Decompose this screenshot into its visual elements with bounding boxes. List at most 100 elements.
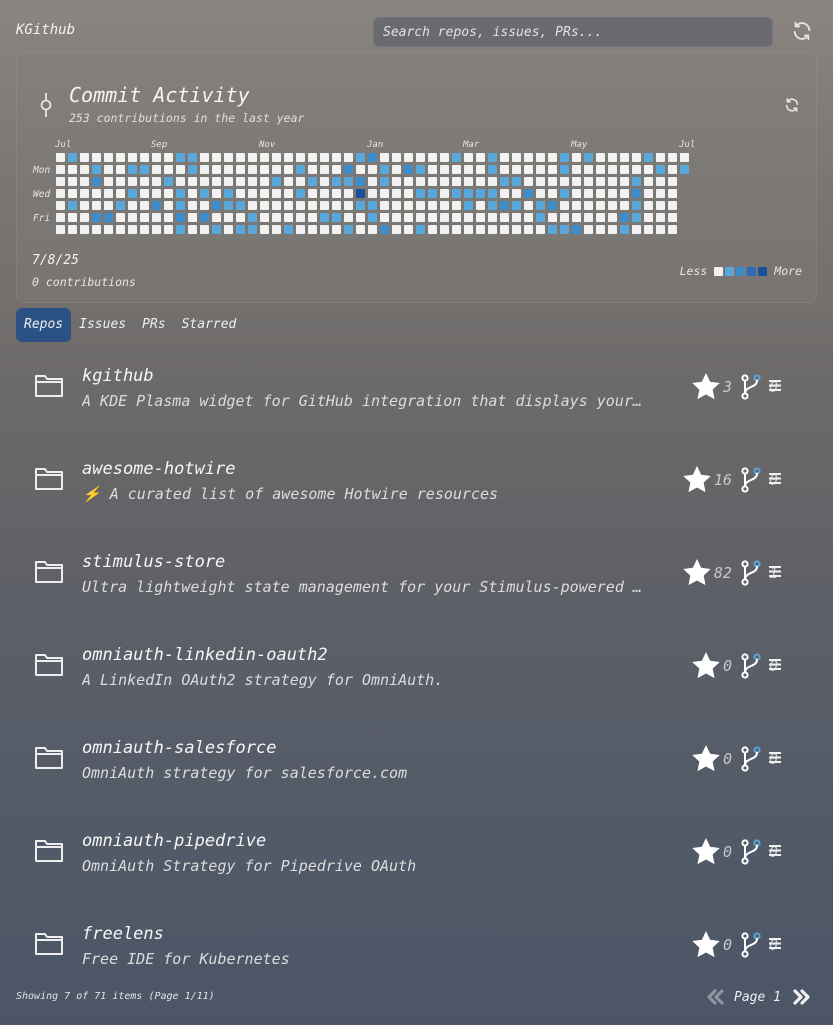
contribution-cell[interactable] xyxy=(500,177,509,186)
contribution-cell[interactable] xyxy=(620,153,629,162)
repo-row[interactable]: omniauth-salesforce OmniAuth strategy for… xyxy=(16,724,817,800)
contribution-cell[interactable] xyxy=(116,153,125,162)
contribution-cell[interactable] xyxy=(656,213,665,222)
contribution-cell[interactable] xyxy=(584,153,593,162)
contribution-cell[interactable] xyxy=(488,153,497,162)
contribution-cell[interactable] xyxy=(284,165,293,174)
contribution-cell[interactable] xyxy=(332,165,341,174)
contribution-cell[interactable] xyxy=(536,213,545,222)
contribution-cell[interactable] xyxy=(464,213,473,222)
contribution-cell[interactable] xyxy=(296,225,305,234)
contribution-cell[interactable] xyxy=(248,165,257,174)
contribution-cell[interactable] xyxy=(200,165,209,174)
contribution-cell[interactable] xyxy=(416,165,425,174)
contribution-cell[interactable] xyxy=(200,201,209,210)
contribution-cell[interactable] xyxy=(116,213,125,222)
contribution-cell[interactable] xyxy=(656,153,665,162)
contribution-cell[interactable] xyxy=(260,189,269,198)
contribution-cell[interactable] xyxy=(116,225,125,234)
contribution-cell[interactable] xyxy=(572,153,581,162)
menu-icon[interactable] xyxy=(769,566,781,577)
contribution-cell[interactable] xyxy=(632,165,641,174)
contribution-cell[interactable] xyxy=(116,177,125,186)
menu-icon[interactable] xyxy=(769,845,781,856)
contribution-cell[interactable] xyxy=(380,153,389,162)
repo-row[interactable]: kgithub A KDE Plasma widget for GitHub in… xyxy=(16,352,817,428)
contribution-cell[interactable] xyxy=(188,165,197,174)
contribution-cell[interactable] xyxy=(272,225,281,234)
contribution-cell[interactable] xyxy=(236,201,245,210)
contribution-cell[interactable] xyxy=(140,189,149,198)
contribution-cell[interactable] xyxy=(500,189,509,198)
contribution-cell[interactable] xyxy=(344,225,353,234)
repo-name[interactable]: stimulus-store xyxy=(82,552,225,572)
refresh-icon[interactable] xyxy=(791,20,813,42)
contribution-cell[interactable] xyxy=(80,189,89,198)
contribution-cell[interactable] xyxy=(56,201,65,210)
contribution-cell[interactable] xyxy=(464,153,473,162)
contribution-cell[interactable] xyxy=(548,189,557,198)
contribution-cell[interactable] xyxy=(332,177,341,186)
contribution-cell[interactable] xyxy=(332,153,341,162)
contribution-cell[interactable] xyxy=(464,189,473,198)
contribution-cell[interactable] xyxy=(608,189,617,198)
contribution-cell[interactable] xyxy=(668,213,677,222)
contribution-cell[interactable] xyxy=(560,213,569,222)
contribution-cell[interactable] xyxy=(104,201,113,210)
contribution-cell[interactable] xyxy=(200,177,209,186)
contribution-cell[interactable] xyxy=(620,201,629,210)
contribution-cell[interactable] xyxy=(572,225,581,234)
contribution-cell[interactable] xyxy=(236,165,245,174)
contribution-cell[interactable] xyxy=(428,213,437,222)
contribution-cell[interactable] xyxy=(632,153,641,162)
repo-name[interactable]: omniauth-salesforce xyxy=(82,738,276,758)
contribution-cell[interactable] xyxy=(188,201,197,210)
contribution-cell[interactable] xyxy=(92,165,101,174)
contribution-cell[interactable] xyxy=(212,201,221,210)
contribution-cell[interactable] xyxy=(536,177,545,186)
contribution-cell[interactable] xyxy=(224,153,233,162)
contribution-cell[interactable] xyxy=(164,189,173,198)
menu-icon[interactable] xyxy=(769,659,781,670)
contribution-cell[interactable] xyxy=(356,213,365,222)
contribution-cell[interactable] xyxy=(176,189,185,198)
contribution-cell[interactable] xyxy=(296,201,305,210)
contribution-cell[interactable] xyxy=(596,153,605,162)
contribution-cell[interactable] xyxy=(644,225,653,234)
contribution-cell[interactable] xyxy=(188,213,197,222)
contribution-cell[interactable] xyxy=(644,189,653,198)
contribution-cell[interactable] xyxy=(92,177,101,186)
contribution-cell[interactable] xyxy=(656,201,665,210)
contribution-cell[interactable] xyxy=(200,153,209,162)
contribution-cell[interactable] xyxy=(308,201,317,210)
contribution-cell[interactable] xyxy=(80,225,89,234)
contribution-cell[interactable] xyxy=(500,153,509,162)
contribution-cell[interactable] xyxy=(368,177,377,186)
contribution-cell[interactable] xyxy=(368,165,377,174)
star-icon[interactable] xyxy=(690,836,722,868)
contribution-cell[interactable] xyxy=(572,177,581,186)
contribution-cell[interactable] xyxy=(392,153,401,162)
contribution-cell[interactable] xyxy=(68,201,77,210)
contribution-cell[interactable] xyxy=(128,201,137,210)
menu-icon[interactable] xyxy=(769,938,781,949)
contribution-cell[interactable] xyxy=(296,189,305,198)
contribution-cell[interactable] xyxy=(632,225,641,234)
contribution-cell[interactable] xyxy=(620,189,629,198)
contribution-cell[interactable] xyxy=(656,189,665,198)
contribution-cell[interactable] xyxy=(572,165,581,174)
contribution-cell[interactable] xyxy=(368,201,377,210)
contribution-cell[interactable] xyxy=(140,225,149,234)
contribution-cell[interactable] xyxy=(260,153,269,162)
contribution-cell[interactable] xyxy=(176,201,185,210)
contribution-cell[interactable] xyxy=(140,153,149,162)
contribution-cell[interactable] xyxy=(464,177,473,186)
contribution-cell[interactable] xyxy=(260,201,269,210)
contribution-cell[interactable] xyxy=(512,189,521,198)
contribution-cell[interactable] xyxy=(548,201,557,210)
contribution-cell[interactable] xyxy=(272,213,281,222)
contribution-cell[interactable] xyxy=(404,213,413,222)
contribution-cell[interactable] xyxy=(404,153,413,162)
contribution-cell[interactable] xyxy=(332,225,341,234)
contribution-cell[interactable] xyxy=(224,189,233,198)
